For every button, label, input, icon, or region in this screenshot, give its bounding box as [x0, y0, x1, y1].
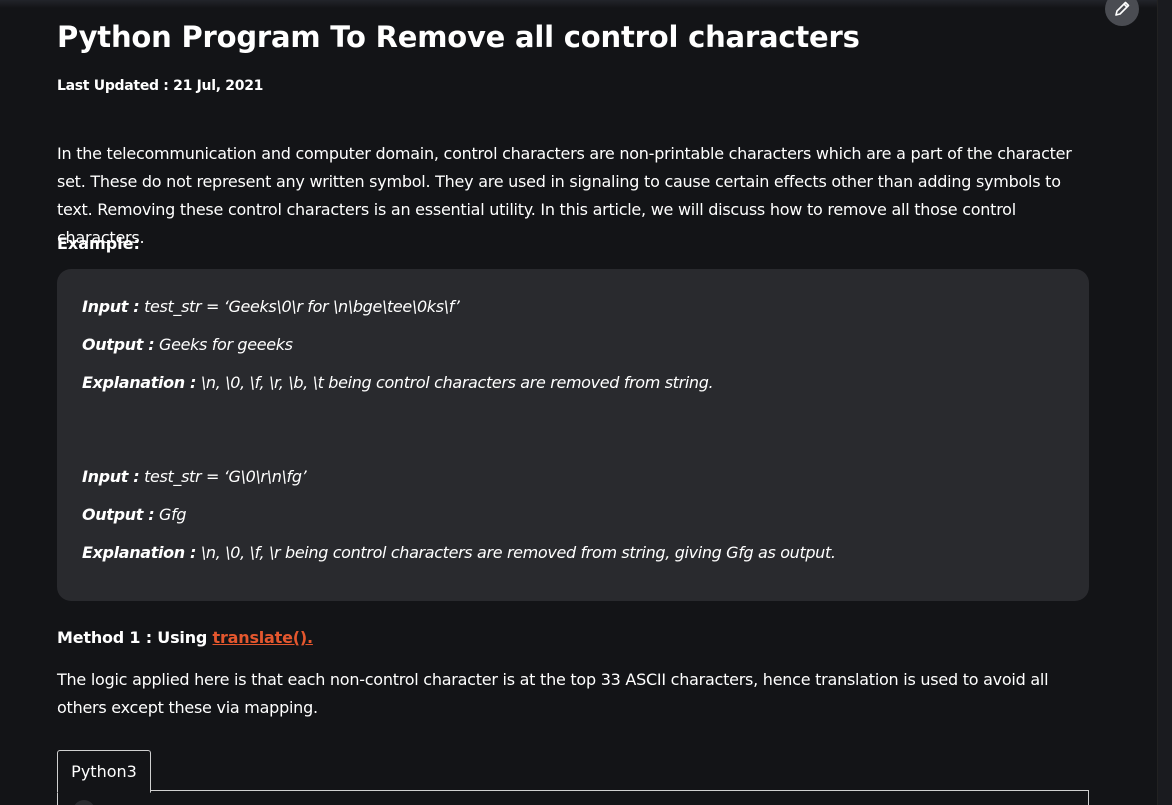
example-box: Input : test_str = ‘Geeks\0\r for \n\bge…: [57, 269, 1089, 601]
example-1-input: Input : test_str = ‘Geeks\0\r for \n\bge…: [82, 297, 460, 316]
example-1-explanation: Explanation : \n, \0, \f, \r, \b, \t bei…: [82, 373, 714, 392]
method-heading: Method 1 : Using translate().: [57, 628, 313, 647]
article-page: Python Program To Remove all control cha…: [0, 0, 1172, 805]
edit-article-button[interactable]: [1105, 0, 1139, 26]
intro-paragraph: In the telecommunication and computer do…: [57, 144, 1072, 247]
code-panel: [57, 790, 1089, 805]
example-2-input: Input : test_str = ‘G\0\r\n\fg’: [82, 467, 307, 486]
example-1-output: Output : Geeks for geeeks: [82, 335, 293, 354]
example-2-explanation: Explanation : \n, \0, \f, \r being contr…: [82, 543, 836, 562]
example-heading: Example:: [57, 234, 140, 253]
page-title: Python Program To Remove all control cha…: [57, 20, 860, 54]
last-updated: Last Updated : 21 Jul, 2021: [57, 78, 264, 94]
translate-link[interactable]: translate().: [213, 628, 314, 647]
logic-paragraph: The logic applied here is that each non-…: [57, 670, 1049, 717]
page-scrollbar[interactable]: [1157, 0, 1172, 805]
example-2-output: Output : Gfg: [82, 505, 187, 524]
top-shade: [0, 0, 1158, 8]
pencil-icon: [1115, 1, 1130, 16]
code-tab-python3[interactable]: Python3: [57, 750, 151, 793]
